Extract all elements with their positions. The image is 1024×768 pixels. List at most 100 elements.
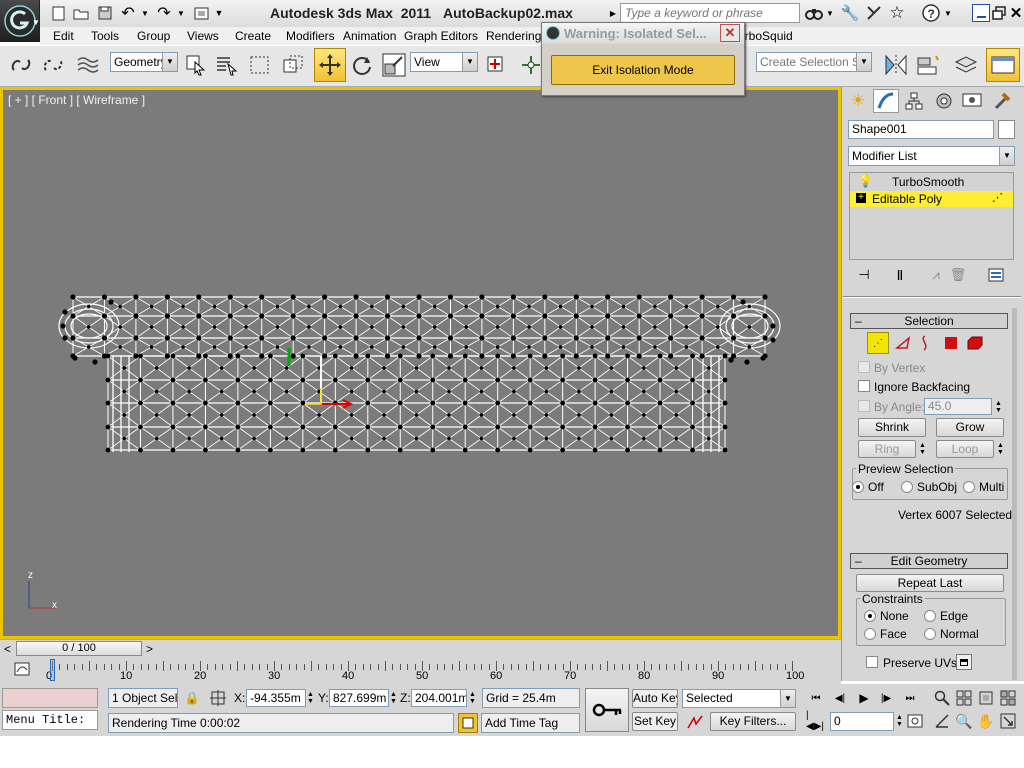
key-mode-select[interactable]: Selected ▼ [682, 689, 796, 708]
set-key-button[interactable]: Set Key [632, 712, 678, 731]
zoom-extents-icon[interactable] [976, 688, 996, 708]
time-slider-thumb[interactable]: 0 / 100 [16, 641, 142, 656]
rectangular-selection-region-icon[interactable] [246, 51, 274, 79]
preview-subobj-radio[interactable] [901, 481, 913, 493]
track-bar-ruler[interactable]: 0 10 20 30 40 50 60 70 80 90 100 [46, 657, 828, 684]
unlink-selection-icon[interactable] [40, 51, 66, 79]
time-slider-bar[interactable]: < 0 / 100 > [0, 639, 841, 657]
go-to-end-icon[interactable]: ⏭ [900, 689, 920, 707]
lightbulb-icon[interactable]: 💡 [858, 174, 873, 188]
ring-button[interactable]: Ring [858, 440, 916, 458]
spinner-arrows-icon[interactable]: ▲ ▼ [994, 400, 1003, 414]
panel-scrollbar[interactable] [1012, 308, 1017, 680]
menu-graph-editors[interactable]: Graph Editors [404, 29, 478, 43]
communication-center-icon[interactable] [864, 4, 884, 22]
subscription-center-icon[interactable]: 🔧 [840, 4, 860, 22]
maxscript-listener-field[interactable]: Menu Title: [2, 710, 98, 730]
restore-window-button[interactable] [991, 4, 1007, 22]
add-time-tag-field[interactable]: Add Time Tag [481, 713, 580, 733]
by-angle-checkbox[interactable] [858, 400, 870, 412]
help-icon[interactable]: ? [921, 3, 941, 23]
menu-animation[interactable]: Animation [343, 29, 396, 43]
menu-create[interactable]: Create [235, 29, 271, 43]
app-menu-dropdown-arrow[interactable]: ▼ [32, 18, 40, 27]
use-pivot-center-icon[interactable] [482, 51, 510, 79]
pan-view-icon[interactable]: ✋ [976, 711, 996, 731]
reference-coordinate-select[interactable]: View ▼ [410, 52, 478, 72]
remove-modifier-icon[interactable]: 🗑 [948, 266, 968, 284]
x-coord-field[interactable]: -94.355m [246, 689, 306, 707]
y-coord-field[interactable]: 827.699m [329, 689, 389, 707]
x-coord-spinner-icon[interactable]: ▲ ▼ [306, 691, 315, 705]
previous-frame-icon[interactable]: ◀| [830, 689, 850, 707]
constraint-none-radio[interactable] [864, 610, 876, 622]
selection-lock-icon[interactable]: 🔒 [184, 688, 200, 708]
select-by-name-icon[interactable] [214, 51, 240, 79]
stack-item-turbosmooth[interactable]: 💡 TurboSmooth [850, 174, 1013, 190]
dialog-close-button[interactable]: ✕ [720, 24, 740, 42]
time-configuration-icon[interactable] [906, 712, 924, 730]
make-unique-icon[interactable]: ⩘ [926, 266, 946, 284]
new-file-icon[interactable] [50, 5, 66, 21]
binoculars-dropdown-icon[interactable]: ▼ [825, 6, 835, 20]
border-mode-icon[interactable] [914, 332, 936, 354]
auto-key-button[interactable]: Auto Key [632, 689, 678, 708]
modifier-stack[interactable]: 💡 TurboSmooth + Editable Poly ⋰ [849, 172, 1014, 260]
zoom-region-icon[interactable]: 🔍 [954, 711, 974, 731]
by-vertex-checkbox[interactable] [858, 361, 870, 373]
show-end-result-icon[interactable]: Ⅱ [890, 266, 910, 284]
modify-tab-icon[interactable] [873, 89, 899, 113]
display-tab-icon[interactable] [959, 89, 985, 113]
zoom-icon[interactable] [932, 688, 952, 708]
ignore-backfacing-checkbox[interactable] [858, 380, 870, 392]
favorites-star-icon[interactable]: ☆ [887, 3, 907, 23]
menu-rendering[interactable]: Rendering [486, 29, 541, 43]
time-slider-prev-button[interactable]: < [4, 642, 11, 656]
search-arrow-icon[interactable]: ▶ [608, 6, 618, 20]
menu-tools[interactable]: Tools [91, 29, 119, 43]
shrink-button[interactable]: Shrink [858, 418, 926, 437]
configure-modifier-sets-icon[interactable] [986, 266, 1006, 284]
add-time-tag-icon[interactable] [458, 713, 478, 733]
help-dropdown-icon[interactable]: ▼ [943, 6, 953, 20]
open-file-icon[interactable] [72, 5, 90, 21]
dialog-title-bar[interactable]: Warning: Isolated Sel... ✕ [542, 23, 744, 44]
z-coord-field[interactable]: 204.001m [411, 689, 467, 707]
select-and-rotate-icon[interactable] [348, 51, 376, 79]
exit-isolation-mode-button[interactable]: Exit Isolation Mode [551, 55, 735, 85]
edge-mode-icon[interactable] [892, 332, 914, 354]
align-icon[interactable] [914, 51, 942, 79]
default-in-out-tangents-icon[interactable] [684, 712, 706, 732]
stack-item-editable-poly[interactable]: + Editable Poly ⋰ [850, 191, 1013, 207]
select-and-move-icon[interactable] [314, 48, 346, 82]
save-file-icon[interactable] [96, 5, 114, 21]
menu-turbosquid[interactable]: urboSquid [738, 29, 793, 43]
select-and-scale-icon[interactable] [380, 51, 408, 79]
modifier-list-select[interactable]: Modifier List ▼ [848, 146, 1015, 166]
constraint-normal-radio[interactable] [924, 628, 936, 640]
preview-off-radio[interactable] [852, 481, 864, 493]
absolute-mode-icon[interactable] [208, 688, 228, 708]
menu-edit[interactable]: Edit [53, 29, 74, 43]
edit-geometry-rollout-header[interactable]: – Edit Geometry [850, 553, 1008, 569]
loop-button[interactable]: Loop [936, 440, 994, 458]
select-object-icon[interactable] [184, 51, 208, 79]
go-to-start-icon[interactable]: ⏮ [806, 689, 826, 707]
key-filters-button[interactable]: Key Filters... [710, 712, 796, 731]
vertex-mode-button[interactable]: ⋰ [867, 332, 889, 354]
bind-space-warp-icon[interactable] [74, 51, 102, 79]
current-frame-field[interactable]: 0 [830, 712, 894, 731]
redo-dropdown-icon[interactable]: ▼ [176, 5, 186, 21]
selection-filter-select[interactable]: Geometry ▼ [110, 52, 178, 72]
undo-icon[interactable]: ↶ [119, 4, 137, 22]
select-and-link-icon[interactable] [8, 51, 34, 79]
quick-access-dropdown-icon[interactable]: ▼ [213, 5, 225, 21]
create-tab-icon[interactable]: ☀ [845, 89, 871, 113]
named-selection-set-select[interactable]: Create Selection Se ▼ [756, 52, 872, 72]
preserve-uvs-checkbox[interactable] [866, 656, 878, 668]
hierarchy-tab-icon[interactable] [901, 89, 927, 113]
grow-button[interactable]: Grow [936, 418, 1004, 437]
z-coord-spinner-icon[interactable]: ▲ ▼ [468, 691, 477, 705]
element-mode-icon[interactable] [964, 332, 986, 354]
close-window-button[interactable]: ✕ [1008, 4, 1024, 22]
